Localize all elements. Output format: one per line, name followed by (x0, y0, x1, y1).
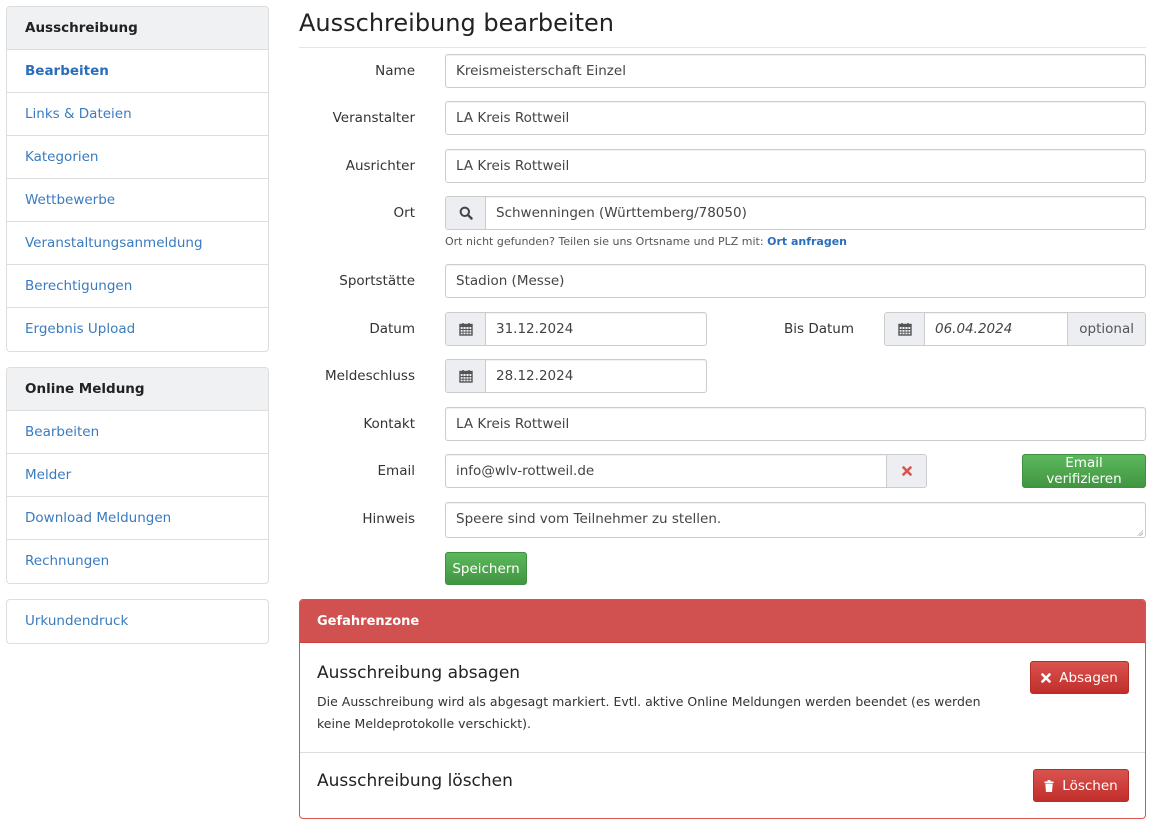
sidebar-item-meldung-bearbeiten[interactable]: Bearbeiten (7, 411, 268, 454)
ort-label: Ort (393, 205, 415, 221)
cancel-button[interactable]: Absagen (1030, 661, 1129, 694)
veranstalter-label: Veranstalter (332, 110, 415, 126)
cancel-section: Ausschreibung absagen Die Ausschreibung … (300, 643, 1145, 753)
calendar-icon[interactable] (446, 360, 486, 392)
sidebar-item-kategorien[interactable]: Kategorien (7, 136, 268, 179)
sidebar-item-rechnungen[interactable]: Rechnungen (7, 540, 268, 583)
save-button[interactable]: Speichern (445, 552, 527, 585)
cancel-button-label: Absagen (1059, 669, 1118, 686)
bis-datum-placeholder[interactable]: 06.04.2024 (925, 313, 1067, 345)
sidebar-item-ergebnis-upload[interactable]: Ergebnis Upload (7, 308, 268, 351)
danger-zone-panel: Gefahrenzone Ausschreibung absagen Die A… (299, 599, 1146, 819)
delete-heading: Ausschreibung löschen (317, 771, 513, 791)
sidebar-section-online-meldung: Online Meldung Bearbeiten Melder Downloa… (6, 367, 269, 584)
ort-anfragen-link[interactable]: Ort anfragen (767, 235, 847, 248)
hinweis-value[interactable]: Speere sind vom Teilnehmer zu stellen. (446, 503, 1145, 537)
email-value[interactable]: info@wlv-rottweil.de (446, 455, 886, 487)
delete-section: Ausschreibung löschen Löschen (300, 753, 1145, 818)
ausrichter-field[interactable]: LA Kreis Rottweil (445, 149, 1146, 183)
ausrichter-label: Ausrichter (345, 158, 415, 174)
trash-icon (1044, 779, 1054, 792)
sidebar-section-ausschreibung: Ausschreibung Bearbeiten Links & Dateien… (6, 6, 269, 352)
calendar-icon[interactable] (885, 313, 925, 345)
meldeschluss-label: Meldeschluss (325, 368, 415, 384)
ort-field[interactable]: Schwenningen (Württemberg/78050) (445, 196, 1146, 230)
sidebar-item-links-dateien[interactable]: Links & Dateien (7, 93, 268, 136)
cancel-description: Die Ausschreibung wird als abgesagt mark… (317, 694, 981, 731)
ort-help: Ort nicht gefunden? Teilen sie uns Ortsn… (445, 235, 847, 248)
bis-datum-label: Bis Datum (783, 321, 854, 337)
close-icon (1041, 672, 1052, 683)
email-verify-button[interactable]: Email verifizieren (1022, 454, 1146, 488)
kontakt-value[interactable]: LA Kreis Rottweil (446, 408, 1145, 440)
delete-button-label: Löschen (1062, 777, 1118, 794)
sidebar-item-berechtigungen[interactable]: Berechtigungen (7, 265, 268, 308)
email-label: Email (377, 463, 415, 479)
optional-addon: optional (1067, 313, 1145, 345)
datum-label: Datum (369, 321, 415, 337)
meldeschluss-field[interactable]: 28.12.2024 (445, 359, 707, 393)
name-field[interactable]: Kreismeisterschaft Einzel (445, 54, 1146, 88)
ort-value[interactable]: Schwenningen (Württemberg/78050) (486, 197, 1145, 229)
veranstalter-field[interactable]: LA Kreis Rottweil (445, 101, 1146, 135)
datum-value[interactable]: 31.12.2024 (486, 313, 706, 345)
page-title: Ausschreibung bearbeiten (299, 8, 1146, 48)
main-content: Ausschreibung bearbeiten Name Kreismeist… (299, 0, 1146, 819)
hinweis-textarea[interactable]: Speere sind vom Teilnehmer zu stellen. (445, 502, 1146, 538)
sidebar: Ausschreibung Bearbeiten Links & Dateien… (6, 6, 269, 659)
sidebar-section-urkunden: Urkundendruck (6, 599, 269, 644)
sidebar-section-title: Online Meldung (7, 368, 268, 411)
hinweis-label: Hinweis (362, 511, 415, 527)
meldeschluss-value[interactable]: 28.12.2024 (486, 360, 706, 392)
resize-handle[interactable] (1137, 530, 1143, 536)
sidebar-item-veranstaltungsanmeldung[interactable]: Veranstaltungsanmeldung (7, 222, 268, 265)
kontakt-field[interactable]: LA Kreis Rottweil (445, 407, 1146, 441)
kontakt-label: Kontakt (363, 416, 415, 432)
datum-field[interactable]: 31.12.2024 (445, 312, 707, 346)
sportstaette-label: Sportstätte (339, 273, 415, 289)
delete-button[interactable]: Löschen (1033, 769, 1129, 802)
search-icon[interactable] (446, 197, 486, 229)
bis-datum-field[interactable]: 06.04.2024 optional (884, 312, 1146, 346)
veranstalter-value[interactable]: LA Kreis Rottweil (446, 102, 1145, 134)
danger-zone-title: Gefahrenzone (300, 600, 1145, 643)
name-value[interactable]: Kreismeisterschaft Einzel (446, 55, 1145, 87)
sidebar-item-download-meldungen[interactable]: Download Meldungen (7, 497, 268, 540)
sidebar-item-wettbewerbe[interactable]: Wettbewerbe (7, 179, 268, 222)
sidebar-item-urkundendruck[interactable]: Urkundendruck (7, 600, 268, 643)
ausrichter-value[interactable]: LA Kreis Rottweil (446, 150, 1145, 182)
sidebar-section-title: Ausschreibung (7, 7, 268, 50)
sportstaette-field[interactable]: Stadion (Messe) (445, 264, 1146, 298)
calendar-icon[interactable] (446, 313, 486, 345)
sportstaette-value[interactable]: Stadion (Messe) (446, 265, 1145, 297)
email-field[interactable]: info@wlv-rottweil.de (445, 454, 927, 488)
sidebar-item-melder[interactable]: Melder (7, 454, 268, 497)
cancel-heading: Ausschreibung absagen (317, 663, 521, 683)
close-icon[interactable] (886, 455, 926, 487)
ort-help-text: Ort nicht gefunden? Teilen sie uns Ortsn… (445, 235, 764, 248)
sidebar-item-bearbeiten[interactable]: Bearbeiten (7, 50, 268, 93)
name-label: Name (375, 63, 415, 79)
